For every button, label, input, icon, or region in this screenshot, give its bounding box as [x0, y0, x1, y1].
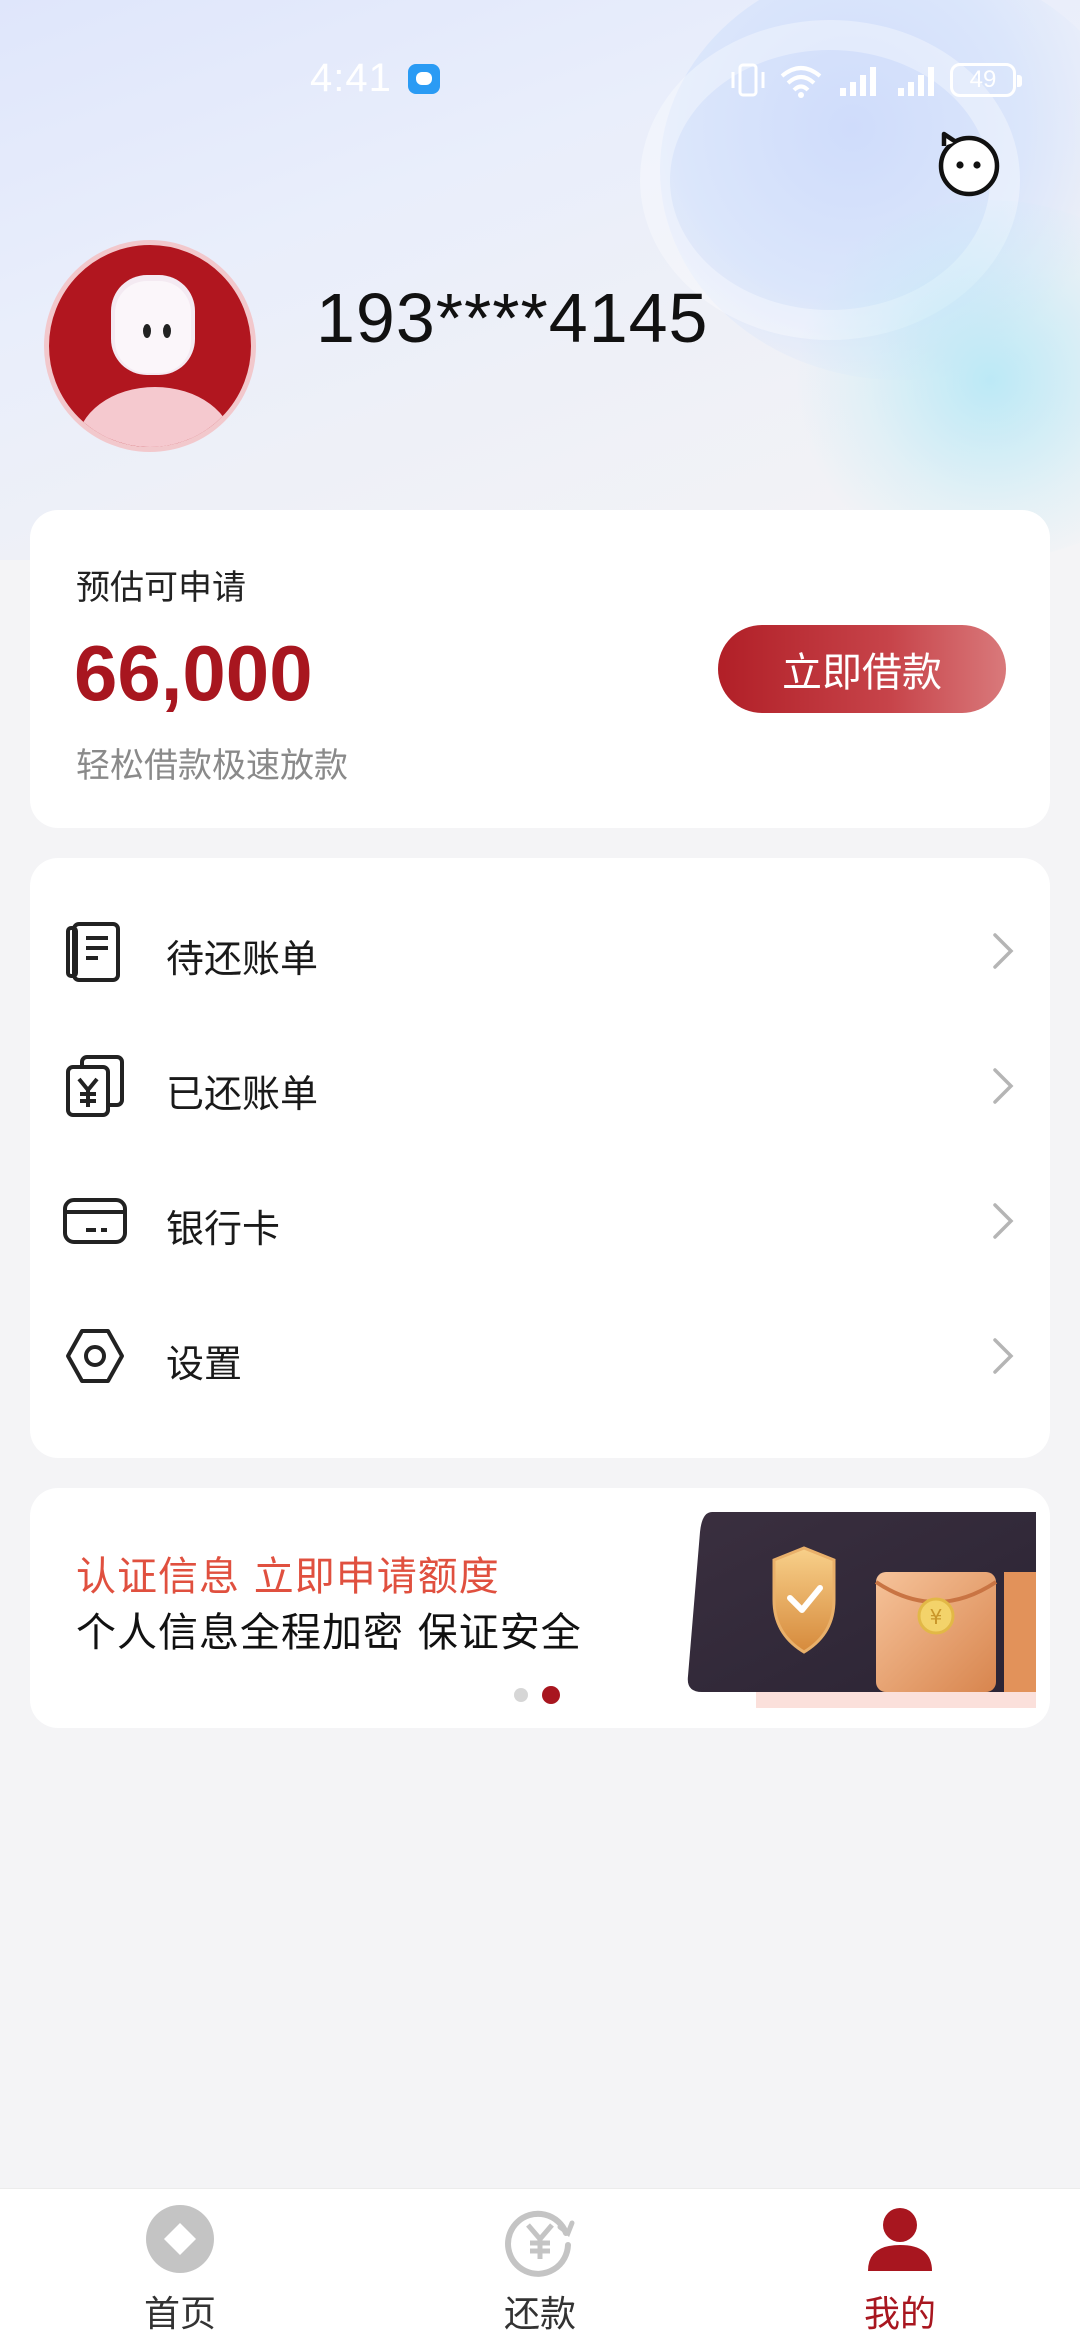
banner-subtitle: 个人信息全程加密 保证安全 [76, 1610, 582, 1656]
loan-subtitle: 轻松借款极速放款 [76, 746, 348, 786]
message-notification-icon [408, 64, 440, 94]
estimated-limit-label: 预估可申请 [76, 568, 246, 608]
repay-icon [505, 2210, 575, 2277]
tab-repay[interactable]: 还款 [450, 2205, 630, 2335]
svg-text:¥: ¥ [930, 1605, 943, 1629]
settings-icon [66, 1329, 124, 1383]
wifi-icon [780, 66, 822, 98]
pending-bill-icon [66, 922, 120, 982]
signal-4g-icon-2 [898, 67, 934, 96]
menu-item-paid-bills[interactable]: 已还账单 [30, 1019, 1050, 1153]
loan-limit-card: 预估可申请 66,000 轻松借款极速放款 立即借款 [30, 510, 1050, 828]
banner-pagination [514, 1686, 560, 1704]
menu-item-label: 设置 [166, 1342, 243, 1386]
status-bar: 4:41 49 [0, 50, 1080, 110]
battery-indicator: 49 [950, 63, 1022, 97]
signal-4g-icon [840, 67, 876, 96]
estimated-limit-amount: 66,000 [74, 629, 313, 717]
vibrate-icon [731, 63, 765, 97]
menu-item-bank-card[interactable]: 银行卡 [30, 1154, 1050, 1288]
promo-banner[interactable]: 认证信息 立即申请额度 个人信息全程加密 保证安全 ¥ [30, 1488, 1050, 1728]
menu-item-label: 银行卡 [166, 1207, 281, 1251]
security-shield-illustration: ¥ [687, 1512, 1036, 1708]
paid-bill-icon [66, 1055, 124, 1117]
chevron-right-icon [993, 1068, 1014, 1104]
avatar[interactable] [44, 240, 256, 452]
menu-item-label: 已还账单 [166, 1072, 319, 1116]
chevron-right-icon [993, 1203, 1014, 1239]
home-icon [146, 2205, 214, 2273]
status-indicators: 49 [728, 60, 1022, 100]
status-time: 4:41 [310, 56, 392, 100]
menu-item-pending-bills[interactable]: 待还账单 [30, 884, 1050, 1018]
bottom-tab-bar: 首页 还款 我的 [0, 2188, 1080, 2340]
tab-profile[interactable]: 我的 [810, 2205, 990, 2335]
customer-service-icon[interactable] [932, 128, 1002, 198]
pagination-dot-active[interactable] [542, 1686, 560, 1704]
tab-label: 还款 [503, 2294, 576, 2335]
tab-label: 首页 [143, 2294, 216, 2335]
pagination-dot[interactable] [514, 1688, 528, 1702]
banner-title: 认证信息 立即申请额度 [76, 1554, 500, 1600]
user-phone-number: 193****4145 [316, 279, 709, 357]
bank-card-icon [63, 1198, 127, 1244]
borrow-now-button[interactable]: 立即借款 [718, 625, 1006, 713]
tab-home[interactable]: 首页 [90, 2205, 270, 2335]
menu-item-settings[interactable]: 设置 [30, 1289, 1050, 1423]
chevron-right-icon [993, 933, 1014, 969]
menu-list: 待还账单 已还账单 银行卡 设置 [30, 858, 1050, 1458]
chevron-right-icon [993, 1338, 1014, 1374]
battery-level: 49 [969, 66, 997, 93]
avatar-character-icon [77, 275, 233, 447]
menu-item-label: 待还账单 [166, 937, 319, 981]
tab-label: 我的 [863, 2294, 936, 2335]
profile-icon [868, 2208, 932, 2271]
